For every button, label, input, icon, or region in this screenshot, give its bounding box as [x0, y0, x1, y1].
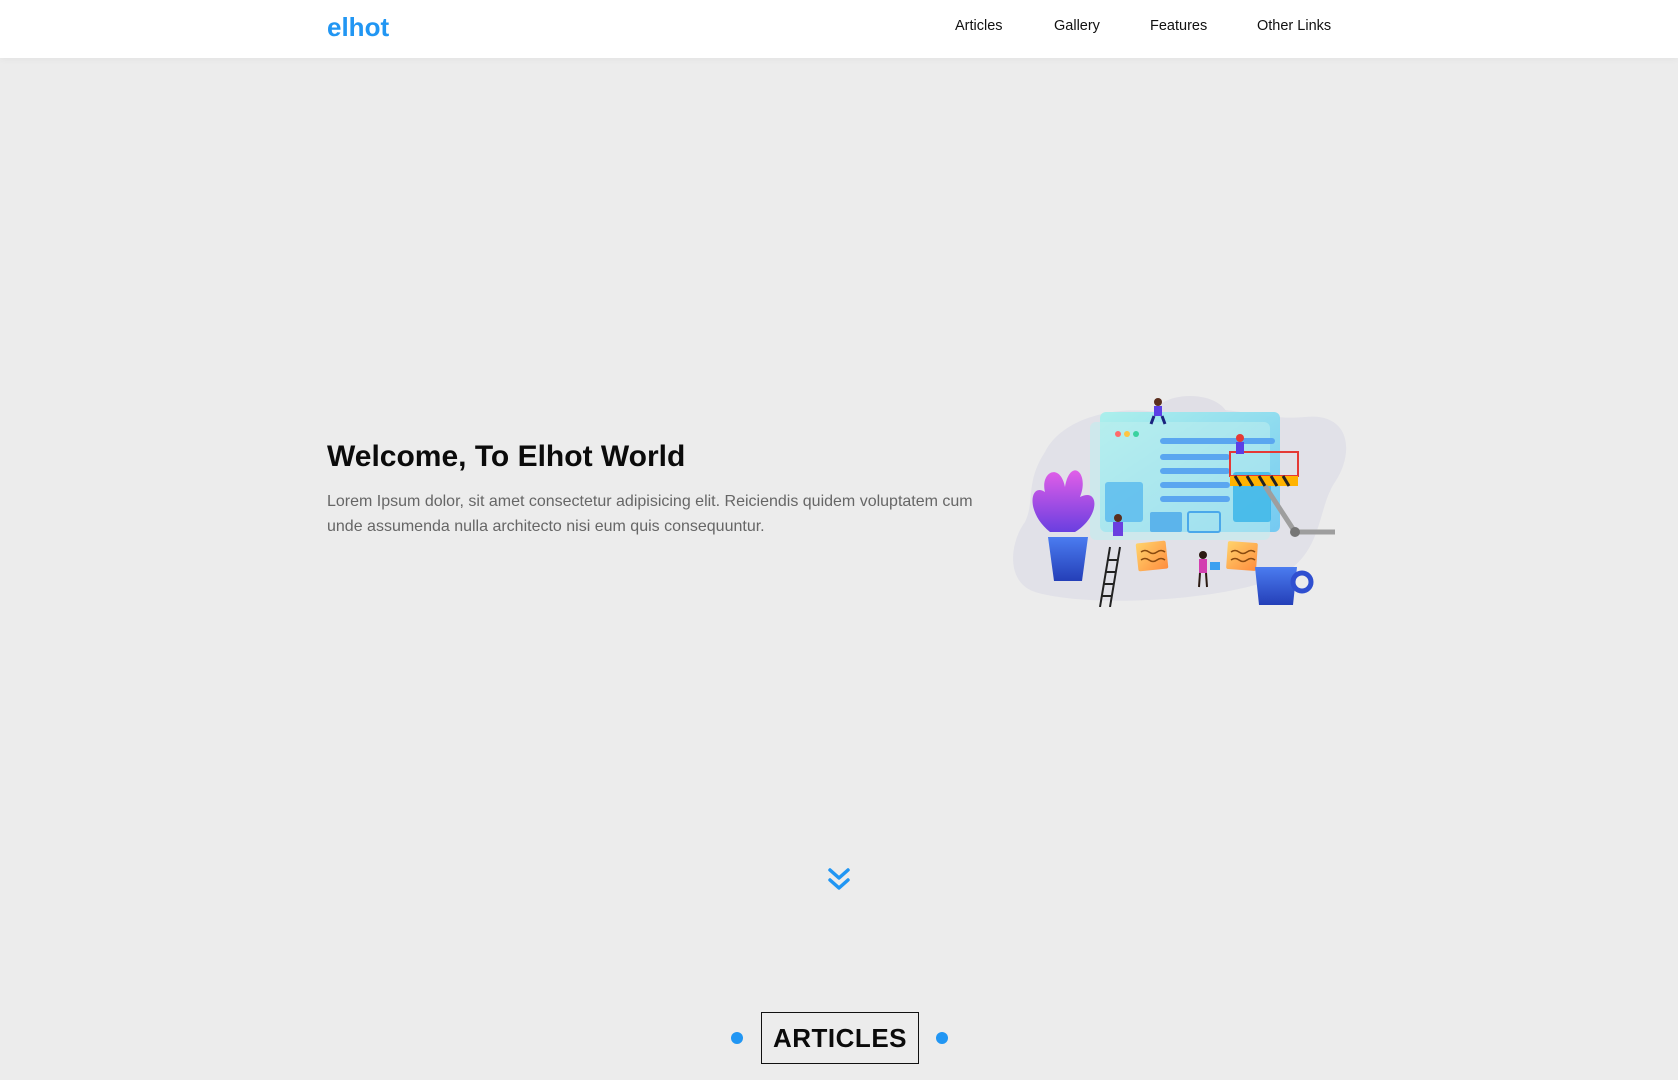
site-header: elhot Articles Gallery Features Other Li… [0, 0, 1678, 58]
nav-link-gallery[interactable]: Gallery [1054, 18, 1100, 34]
nav-link-articles[interactable]: Articles [955, 18, 1003, 34]
heading-dot-left [731, 1032, 743, 1044]
double-chevron-down-icon[interactable] [824, 865, 854, 895]
hero-illustration [1013, 396, 1347, 607]
main-nav: Articles Gallery Features Other Links [900, 18, 1331, 42]
nav-link-other-links[interactable]: Other Links [1257, 18, 1331, 34]
nav-link-features[interactable]: Features [1150, 18, 1207, 34]
hero-title: Welcome, To Elhot World [327, 440, 686, 473]
hero-description: Lorem Ipsum dolor, sit amet consectetur … [327, 493, 973, 535]
articles-section-heading: ARTICLES [730, 1011, 950, 1064]
heading-dot-right [936, 1032, 948, 1044]
site-logo[interactable]: elhot [327, 12, 389, 43]
section-title: ARTICLES [761, 1012, 919, 1064]
